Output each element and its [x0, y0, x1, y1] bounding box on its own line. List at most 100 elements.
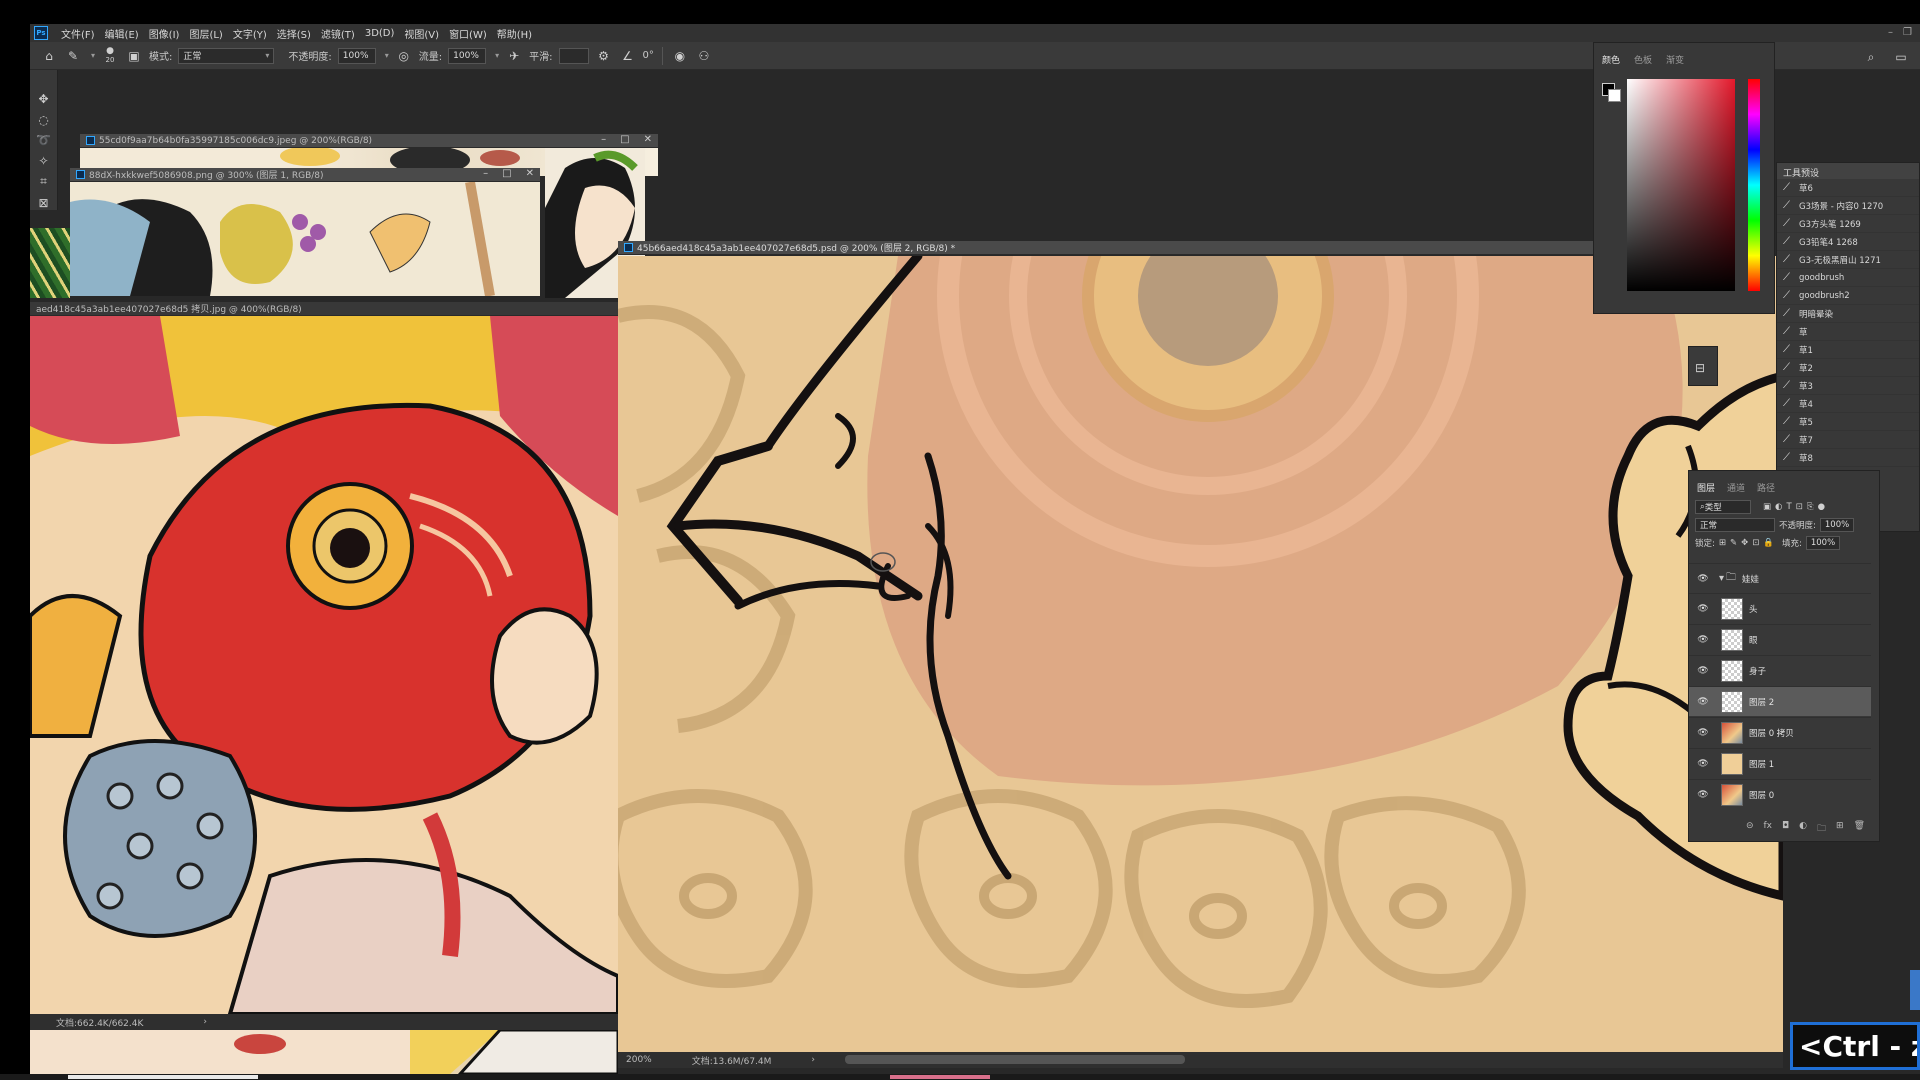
tool-preset-item[interactable]: ⟋ G3场景 - 内容0 1270	[1777, 197, 1919, 215]
eye-icon[interactable]: 👁	[1695, 666, 1711, 676]
layer-opacity-field[interactable]: 100%	[1819, 518, 1855, 532]
filter-shape-icon[interactable]: ⊡	[1796, 502, 1803, 512]
smoothing-field[interactable]	[558, 47, 589, 64]
eye-icon[interactable]: 👁	[1695, 635, 1711, 645]
tool-preset-item[interactable]: ⟋ 草3	[1777, 377, 1919, 395]
document-tab-2[interactable]: 88dX-hxkkwef5086908.png @ 300% (图层 1, RG…	[70, 168, 540, 182]
close-icon[interactable]: ✕	[644, 134, 652, 145]
tool-preset-item[interactable]: ⟋ G3方头笔 1269	[1777, 215, 1919, 233]
document-tab-1[interactable]: 55cd0f9aa7b64b0fa35997185c006dc9.jpeg @ …	[80, 134, 658, 148]
symmetry-icon[interactable]: ⚇	[695, 47, 713, 65]
pressure-size-icon[interactable]: ◉	[671, 47, 689, 65]
document-canvas-3[interactable]	[30, 316, 618, 1014]
maximize-icon[interactable]: □	[620, 134, 629, 145]
menu-view[interactable]: 视图(V)	[399, 26, 444, 41]
menu-filter[interactable]: 滤镜(T)	[316, 26, 360, 41]
lock-position-icon[interactable]: ✥	[1741, 538, 1748, 548]
filter-toggle-icon[interactable]: ●	[1818, 502, 1825, 512]
brush-settings-icon[interactable]: ▣	[125, 47, 143, 65]
lock-pixels-icon[interactable]: ✎	[1730, 538, 1737, 548]
adjustment-layer-icon[interactable]: ◐	[1799, 821, 1807, 837]
tool-preset-item[interactable]: ⟋ 草5	[1777, 413, 1919, 431]
new-layer-icon[interactable]: ⊞	[1836, 821, 1844, 837]
blend-mode-select[interactable]: 正常	[1695, 518, 1775, 532]
gear-icon[interactable]: ⚙	[595, 47, 613, 65]
tool-preset-item[interactable]: ⟋ 草2	[1777, 359, 1919, 377]
tool-preset-item[interactable]: ⟋ G3铅笔4 1268	[1777, 233, 1919, 251]
tab-paths[interactable]: 路径	[1757, 481, 1775, 494]
menu-select[interactable]: 选择(S)	[272, 26, 316, 41]
new-group-icon[interactable]: 🗀	[1817, 821, 1826, 837]
chevron-down-icon[interactable]: ▾	[385, 51, 389, 60]
eye-icon[interactable]: 👁	[1695, 574, 1711, 584]
angle-value[interactable]: 0°	[643, 50, 654, 61]
tool-preset-item[interactable]: ⟋ 草1	[1777, 341, 1919, 359]
opacity-field[interactable]: 100%	[337, 47, 376, 64]
layer-row[interactable]: 👁 图层 2	[1689, 686, 1871, 716]
layer-row[interactable]: 👁 图层 0 拷贝	[1689, 717, 1871, 747]
document-tab-3[interactable]: aed418c45a3ab1ee407027e68d5 拷贝.jpg @ 400…	[30, 302, 618, 316]
magic-wand-icon[interactable]: ✧	[34, 154, 54, 169]
marquee-tool-icon[interactable]: ◌	[34, 113, 54, 128]
add-mask-icon[interactable]: ◘	[1782, 821, 1789, 837]
horizontal-scrollbar[interactable]	[845, 1055, 1185, 1064]
chevron-right-icon[interactable]: ›	[811, 1055, 815, 1065]
tool-preset-item[interactable]: ⟋ 草7	[1777, 431, 1919, 449]
layer-row[interactable]: 👁 身子	[1689, 655, 1871, 685]
chevron-right-icon[interactable]: ›	[203, 1017, 207, 1027]
filter-adjust-icon[interactable]: ◐	[1775, 502, 1782, 512]
minimize-icon[interactable]: –	[483, 168, 488, 179]
tab-gradients[interactable]: 渐变	[1666, 53, 1684, 66]
crop-tool-icon[interactable]: ⌗	[34, 174, 54, 189]
workspace-icon[interactable]: ▭	[1892, 48, 1910, 66]
tool-preset-item[interactable]: ⟋ G3-无极黑眉山 1271	[1777, 251, 1919, 269]
menu-window[interactable]: 窗口(W)	[444, 26, 492, 41]
fill-field[interactable]: 100%	[1805, 536, 1841, 550]
search-icon[interactable]: ⌕	[1862, 48, 1880, 66]
tool-preset-item[interactable]: ⟋ 草4	[1777, 395, 1919, 413]
background-color-swatch[interactable]	[1608, 89, 1621, 102]
airbrush-icon[interactable]: ✈	[505, 47, 523, 65]
filter-type-icon[interactable]: T	[1786, 502, 1791, 512]
chevron-down-icon[interactable]: ▾	[91, 51, 95, 60]
lasso-tool-icon[interactable]: ➰	[34, 133, 54, 148]
document-canvas-2[interactable]	[70, 182, 540, 296]
menu-3d[interactable]: 3D(D)	[360, 28, 400, 39]
layer-row[interactable]: 👁 头	[1689, 593, 1871, 623]
menu-edit[interactable]: 编辑(E)	[100, 26, 144, 41]
eye-icon[interactable]: 👁	[1695, 759, 1711, 769]
filter-pixel-icon[interactable]: ▣	[1763, 502, 1771, 512]
tab-channels[interactable]: 通道	[1727, 481, 1745, 494]
menu-help[interactable]: 帮助(H)	[492, 26, 537, 41]
menu-file[interactable]: 文件(F)	[56, 26, 100, 41]
chevron-down-icon[interactable]: ▾	[495, 51, 499, 60]
lock-all-icon[interactable]: 🔒	[1763, 538, 1774, 548]
restore-icon[interactable]: ❐	[1903, 27, 1912, 38]
chevron-down-icon[interactable]: ▾	[1719, 573, 1724, 584]
eye-icon[interactable]: 👁	[1695, 790, 1711, 800]
pressure-opacity-icon[interactable]: ◎	[395, 47, 413, 65]
tool-preset-item[interactable]: ⟋ goodbrush	[1777, 269, 1919, 287]
brush-preset-icon[interactable]: ● 20	[101, 46, 119, 65]
tab-swatches[interactable]: 色板	[1634, 53, 1652, 66]
menu-type[interactable]: 文字(Y)	[228, 26, 272, 41]
maximize-icon[interactable]: □	[502, 168, 511, 179]
zoom-level[interactable]: 200%	[626, 1055, 652, 1065]
home-icon[interactable]: ⌂	[40, 47, 58, 65]
tool-preset-item[interactable]: ⟋ 草6	[1777, 179, 1919, 197]
minimize-icon[interactable]: –	[1888, 27, 1893, 38]
layer-group-row[interactable]: 👁 ▾ 🗀 娃娃	[1689, 563, 1871, 593]
mode-select[interactable]: 正常 ▾	[178, 47, 275, 64]
lock-transparency-icon[interactable]: ⊞	[1719, 538, 1726, 548]
tool-preset-item[interactable]: ⟋ 明暗晕染	[1777, 305, 1919, 323]
tab-color[interactable]: 颜色	[1602, 53, 1620, 66]
flow-field[interactable]: 100%	[448, 47, 487, 64]
layer-row[interactable]: 👁 图层 1	[1689, 748, 1871, 778]
tool-preset-item[interactable]: ⟋ 草	[1777, 323, 1919, 341]
move-tool-icon[interactable]: ✥	[34, 92, 54, 107]
tool-preset-item[interactable]: ⟋ goodbrush2	[1777, 287, 1919, 305]
lock-artboard-icon[interactable]: ⊡	[1752, 538, 1759, 548]
document-tab-main[interactable]: 45b66aed418c45a3ab1ee407027e68d5.psd @ 2…	[618, 241, 1598, 255]
close-icon[interactable]: ✕	[526, 168, 534, 179]
main-canvas[interactable]	[618, 256, 1783, 1052]
